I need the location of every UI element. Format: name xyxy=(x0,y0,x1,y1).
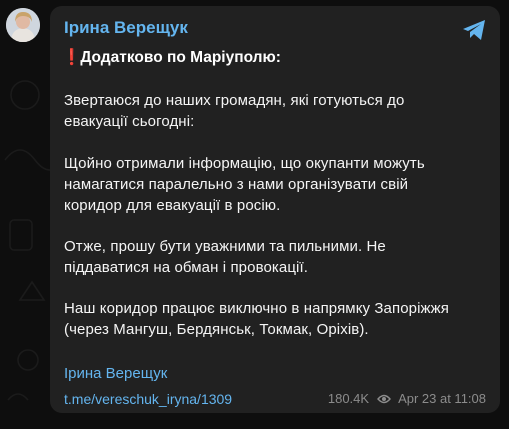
avatar-photo xyxy=(6,8,40,42)
exclamation-icon: ❗ xyxy=(62,49,82,66)
avatar[interactable] xyxy=(6,8,40,42)
text-line: евакуації сьогодні: xyxy=(64,113,195,130)
headline-text: Додатково по Маріуполю: xyxy=(80,49,281,66)
text-line: піддаватися на обман і провокації. xyxy=(64,259,309,276)
text-line: Отже, прошу бути уважними та пильними. Н… xyxy=(64,238,386,255)
message-meta: 180.4K Apr 23 at 11:08 xyxy=(328,389,486,409)
text-line: намагатися паралельно з нами організуват… xyxy=(64,176,409,193)
message-paragraph: Отже, прошу бути уважними та пильними. Н… xyxy=(64,236,484,278)
text-line: Щойно отримали інформацію, що окупанти м… xyxy=(64,155,425,172)
text-line: Звертаюся до наших громадян, які готують… xyxy=(64,92,405,109)
text-line: (через Мангуш, Бердянськ, Токмак, Оріхів… xyxy=(64,321,369,338)
message-paragraph: Звертаюся до наших громадян, які готують… xyxy=(64,90,484,132)
signature-link[interactable]: Ірина Верещук xyxy=(64,364,167,384)
eye-icon xyxy=(377,394,391,404)
author-name[interactable]: Ірина Верещук xyxy=(64,18,188,38)
text-line: коридор для евакуації в росію. xyxy=(64,197,281,214)
message-bubble: Ірина Верещук ❗ Додатково по Маріуполю: … xyxy=(50,6,500,413)
view-count: 180.4K xyxy=(327,391,370,406)
telegram-share-icon[interactable] xyxy=(462,19,486,41)
text-line: Наш коридор працює виключно в напрямку З… xyxy=(64,300,450,317)
timestamp: Apr 23 at 11:08 xyxy=(398,391,486,406)
post-link[interactable]: t.me/vereschuk_iryna/1309 xyxy=(64,389,232,409)
message-paragraph: Щойно отримали інформацію, що окупанти м… xyxy=(64,153,484,216)
message-headline: ❗ Додатково по Маріуполю: xyxy=(62,48,281,68)
message-paragraph: Наш коридор працює виключно в напрямку З… xyxy=(64,298,484,340)
